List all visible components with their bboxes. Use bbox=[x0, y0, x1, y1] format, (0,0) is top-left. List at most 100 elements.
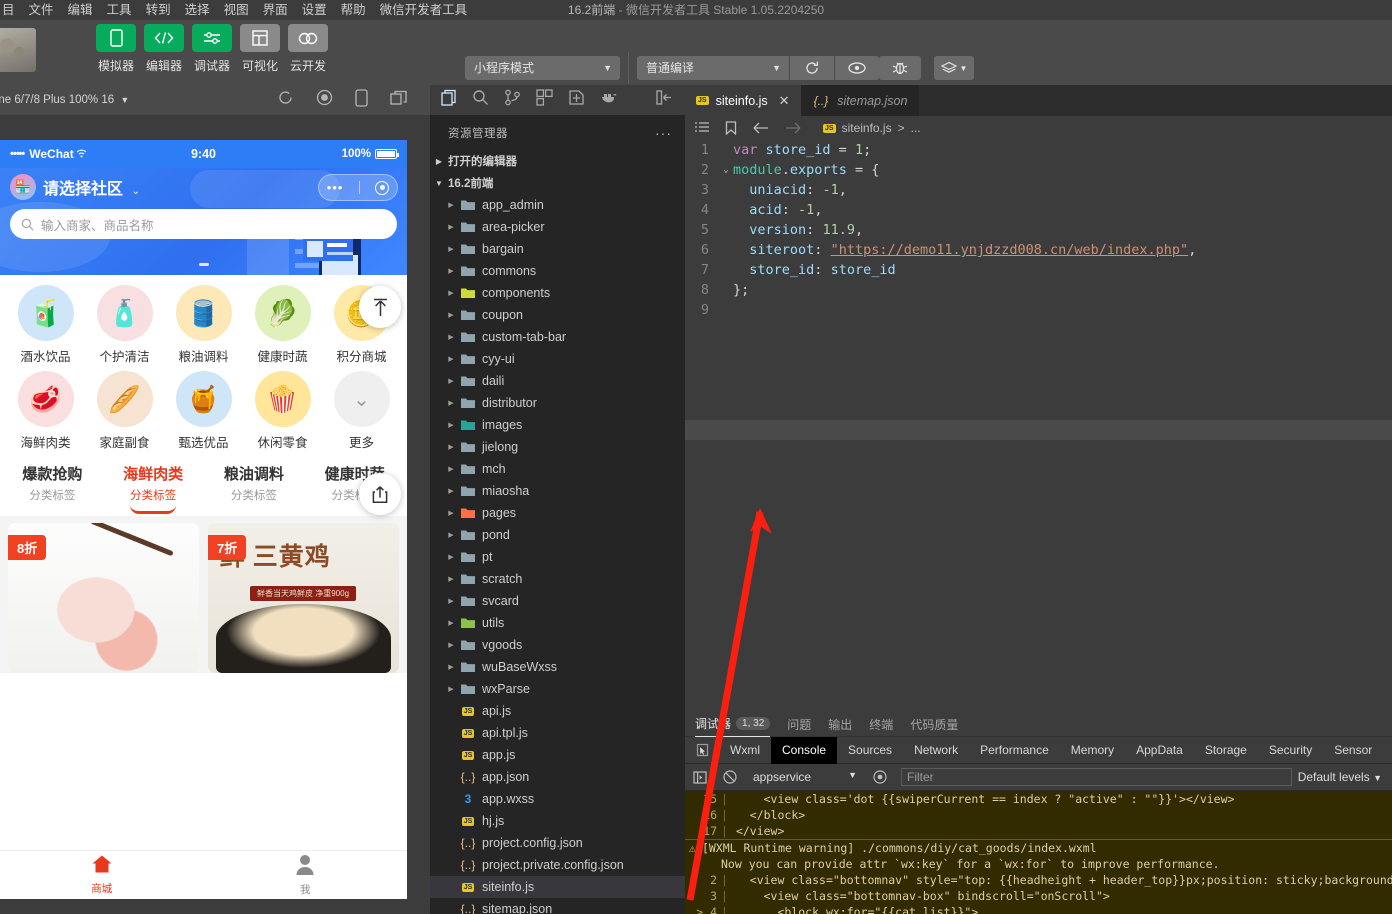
explorer-more-icon[interactable]: ··· bbox=[655, 125, 672, 141]
debugger-tab-1[interactable]: 问题 bbox=[787, 716, 811, 733]
tabbar-item-商城[interactable]: 商城 bbox=[0, 851, 204, 899]
menu-item-8[interactable]: 设置 bbox=[295, 0, 334, 20]
files-icon[interactable] bbox=[440, 89, 457, 111]
devtools-tab-storage[interactable]: Storage bbox=[1194, 737, 1258, 764]
devtools-tab-sources[interactable]: Sources bbox=[837, 737, 903, 764]
category-item-0[interactable]: 🧃酒水饮品 bbox=[6, 285, 85, 365]
fold-toggle-icon[interactable] bbox=[719, 260, 733, 280]
tree-item-pages[interactable]: ▶pages bbox=[430, 502, 685, 524]
console-levels-select[interactable]: Default levels ▼ bbox=[1298, 770, 1392, 784]
devtools-tab-appdata[interactable]: AppData bbox=[1125, 737, 1194, 764]
community-select[interactable]: 请选择社区 ⌄ bbox=[43, 175, 140, 199]
tree-item-app.json[interactable]: ▶{..}app.json bbox=[430, 766, 685, 788]
user-avatar[interactable] bbox=[0, 28, 36, 72]
panel-toggle-phone[interactable]: 模拟器 bbox=[95, 24, 137, 74]
tabbar-item-我[interactable]: 我 bbox=[204, 851, 408, 899]
tree-item-commons[interactable]: ▶commons bbox=[430, 260, 685, 282]
tree-item-hj.js[interactable]: ▶JShj.js bbox=[430, 810, 685, 832]
fold-toggle-icon[interactable] bbox=[719, 140, 733, 160]
tree-item-cyy-ui[interactable]: ▶cyy-ui bbox=[430, 348, 685, 370]
record-icon[interactable] bbox=[316, 89, 333, 111]
debugger-tab-2[interactable]: 输出 bbox=[828, 716, 852, 733]
tree-item-pond[interactable]: ▶pond bbox=[430, 524, 685, 546]
target-icon[interactable] bbox=[375, 181, 389, 195]
preview-button[interactable] bbox=[835, 56, 879, 80]
tree-item-svcard[interactable]: ▶svcard bbox=[430, 590, 685, 612]
tree-item-scratch[interactable]: ▶scratch bbox=[430, 568, 685, 590]
console-filter-input[interactable]: Filter bbox=[901, 768, 1292, 786]
menu-item-5[interactable]: 选择 bbox=[178, 0, 217, 20]
tree-item-api.tpl.js[interactable]: ▶JSapi.tpl.js bbox=[430, 722, 685, 744]
tree-item-miaosha[interactable]: ▶miaosha bbox=[430, 480, 685, 502]
console-settings-icon[interactable] bbox=[865, 770, 895, 784]
panel-toggle-cloud[interactable]: 云开发 bbox=[287, 24, 329, 74]
fold-toggle-icon[interactable] bbox=[719, 300, 733, 320]
fold-toggle-icon[interactable] bbox=[719, 180, 733, 200]
tree-item-components[interactable]: ▶components bbox=[430, 282, 685, 304]
tree-item-project.private.config.json[interactable]: ▶{..}project.private.config.json bbox=[430, 854, 685, 876]
tree-item-pt[interactable]: ▶pt bbox=[430, 546, 685, 568]
devtools-tab-sensor[interactable]: Sensor bbox=[1323, 737, 1383, 764]
real-device-debug-button[interactable] bbox=[879, 56, 921, 80]
devtools-tab-wxml[interactable]: Wxml bbox=[719, 737, 771, 764]
fold-toggle-icon[interactable] bbox=[719, 200, 733, 220]
back-to-top-icon[interactable] bbox=[359, 286, 401, 328]
menu-item-6[interactable]: 视图 bbox=[217, 0, 256, 20]
back-icon[interactable] bbox=[753, 122, 769, 134]
fold-toggle-icon[interactable] bbox=[719, 240, 733, 260]
menu-item-9[interactable]: 帮助 bbox=[334, 0, 373, 20]
refresh-icon[interactable] bbox=[277, 89, 294, 111]
goods-card-0[interactable]: 8折 bbox=[8, 523, 199, 673]
tree-item-project.config.json[interactable]: ▶{..}project.config.json bbox=[430, 832, 685, 854]
compile-mode-select[interactable]: 小程序模式 ▼ bbox=[465, 56, 620, 80]
debugger-tab-3[interactable]: 终端 bbox=[869, 716, 893, 733]
source-control-icon[interactable] bbox=[504, 89, 521, 111]
compile-type-select[interactable]: 普通编译 ▼ bbox=[637, 56, 789, 80]
editor-tab-siteinfo.js[interactable]: JSsiteinfo.js✕ bbox=[685, 85, 801, 116]
menu-item-0[interactable]: 目 bbox=[0, 0, 22, 20]
fold-toggle-icon[interactable] bbox=[719, 220, 733, 240]
close-icon[interactable]: ✕ bbox=[779, 93, 790, 109]
share-icon[interactable] bbox=[359, 473, 401, 515]
devtools-tab-console[interactable]: Console bbox=[771, 737, 837, 764]
section-project-root[interactable]: ▼ 16.2前端 bbox=[430, 172, 685, 194]
category-item-1[interactable]: 🧴个护清洁 bbox=[85, 285, 164, 365]
forward-icon[interactable] bbox=[785, 122, 801, 134]
debug-icon[interactable] bbox=[568, 89, 585, 111]
tree-item-bargain[interactable]: ▶bargain bbox=[430, 238, 685, 260]
tree-item-distributor[interactable]: ▶distributor bbox=[430, 392, 685, 414]
editor-tab-sitemap.json[interactable]: {..}sitemap.json bbox=[801, 85, 919, 116]
tree-item-mch[interactable]: ▶mch bbox=[430, 458, 685, 480]
devtools-tab-security[interactable]: Security bbox=[1258, 737, 1323, 764]
category-item-5[interactable]: 🥩海鲜肉类 bbox=[6, 371, 85, 451]
inspect-element-icon[interactable] bbox=[685, 743, 719, 757]
wechat-capsule[interactable]: ••• bbox=[318, 174, 398, 201]
tree-item-utils[interactable]: ▶utils bbox=[430, 612, 685, 634]
tag-item-1[interactable]: 海鲜肉类分类标签 bbox=[103, 463, 204, 514]
outline-icon[interactable] bbox=[695, 122, 709, 135]
tree-item-daili[interactable]: ▶daili bbox=[430, 370, 685, 392]
tree-item-sitemap.json[interactable]: ▶{..}sitemap.json bbox=[430, 898, 685, 914]
clear-console-icon[interactable] bbox=[715, 770, 745, 784]
panel-toggle-sliders[interactable]: 调试器 bbox=[191, 24, 233, 74]
category-item-9[interactable]: ⌄更多 bbox=[322, 371, 401, 451]
search-icon[interactable] bbox=[472, 89, 489, 111]
tree-item-app_admin[interactable]: ▶app_admin bbox=[430, 194, 685, 216]
tag-item-0[interactable]: 爆款抢购分类标签 bbox=[2, 463, 103, 514]
clear-cache-button[interactable]: ▼ bbox=[934, 56, 974, 80]
extensions-icon[interactable] bbox=[536, 89, 553, 111]
category-item-8[interactable]: 🍿休闲零食 bbox=[243, 371, 322, 451]
console-sidebar-icon[interactable] bbox=[685, 771, 715, 784]
menu-item-3[interactable]: 工具 bbox=[100, 0, 139, 20]
tree-item-wuBaseWxss[interactable]: ▶wuBaseWxss bbox=[430, 656, 685, 678]
bookmark-icon[interactable] bbox=[725, 121, 737, 135]
detach-window-icon[interactable] bbox=[390, 90, 408, 111]
menu-item-10[interactable]: 微信开发者工具 bbox=[373, 0, 475, 20]
devtools-tab-memory[interactable]: Memory bbox=[1060, 737, 1125, 764]
panel-toggle-code[interactable]: 编辑器 bbox=[143, 24, 185, 74]
panel-toggle-layout[interactable]: 可视化 bbox=[239, 24, 281, 74]
category-item-6[interactable]: 🥖家庭副食 bbox=[85, 371, 164, 451]
tree-item-app.js[interactable]: ▶JSapp.js bbox=[430, 744, 685, 766]
section-open-editors[interactable]: ▶ 打开的编辑器 bbox=[430, 150, 685, 172]
devtools-tab-network[interactable]: Network bbox=[903, 737, 969, 764]
